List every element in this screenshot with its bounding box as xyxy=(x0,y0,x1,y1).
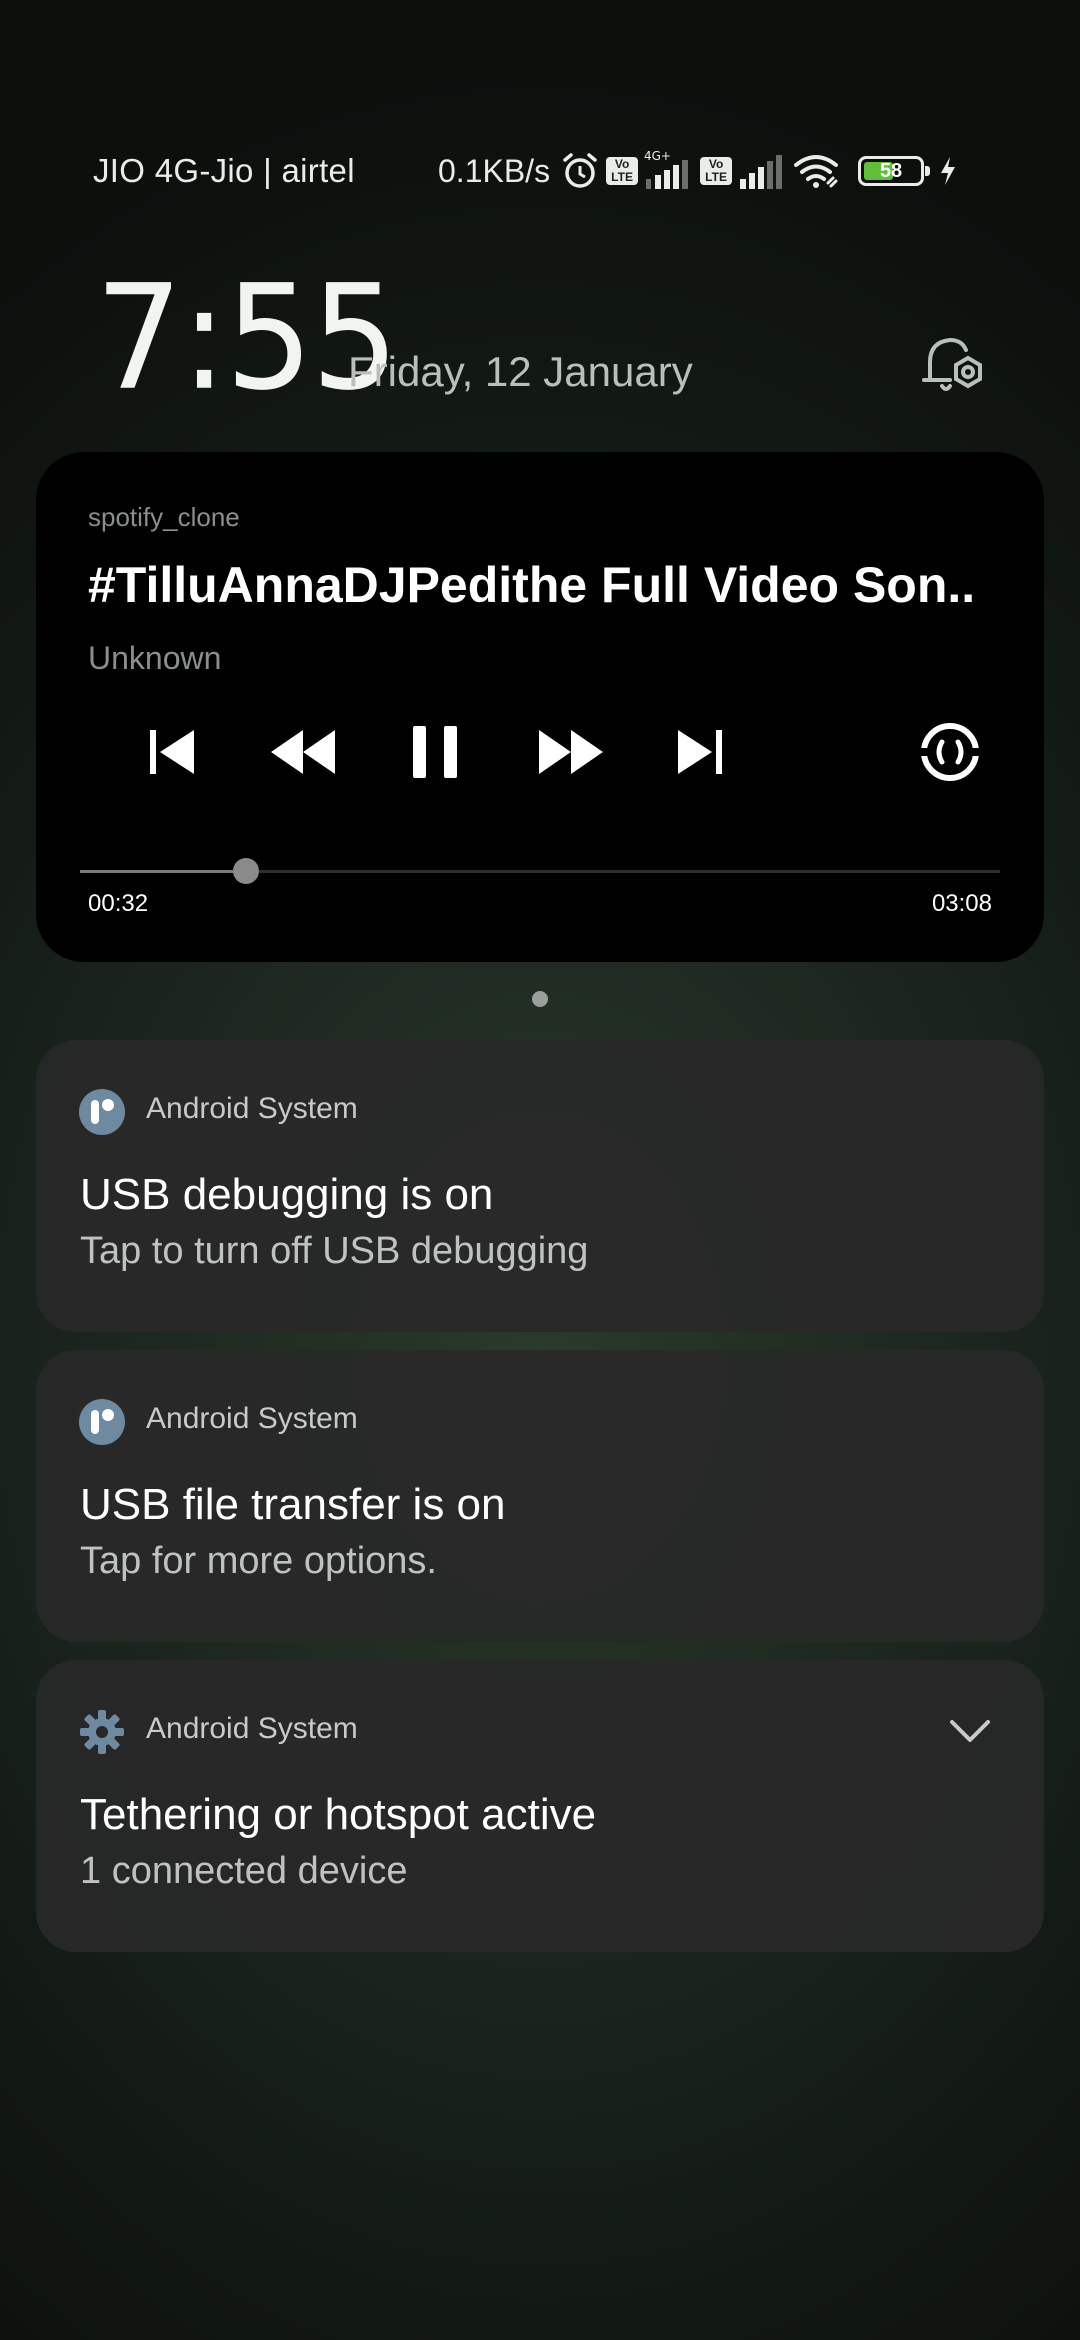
gear-icon xyxy=(78,1708,126,1756)
media-player-card[interactable]: spotify_clone #TilluAnnaDJPedithe Full V… xyxy=(36,452,1044,962)
media-progress-bar[interactable] xyxy=(80,858,1000,884)
notification-app-name: Android System xyxy=(146,1092,358,1125)
battery-percent: 58 xyxy=(879,160,903,182)
alarm-icon xyxy=(560,151,600,191)
media-total-time: 03:08 xyxy=(931,890,992,917)
pause-icon[interactable] xyxy=(395,712,475,792)
notification-text: Tap to turn off USB debugging xyxy=(80,1230,589,1272)
volte-icon: Vo LTE xyxy=(606,157,639,185)
notification-app-name: Android System xyxy=(146,1712,358,1745)
charging-icon xyxy=(938,155,958,187)
usb-debug-icon xyxy=(78,1398,126,1446)
notification-app-name: Android System xyxy=(146,1402,358,1435)
notification-title: USB file transfer is on xyxy=(80,1480,506,1529)
media-title: #TilluAnnaDJPedithe Full Video Son.. xyxy=(88,557,976,613)
notification-usb-file-transfer[interactable]: Android System USB file transfer is on T… xyxy=(36,1350,1044,1642)
volte-icon-2: Vo LTE xyxy=(700,157,733,185)
chevron-down-icon[interactable] xyxy=(948,1716,992,1746)
carrier-label: JIO 4G-Jio | airtel xyxy=(93,152,355,189)
rewind-icon[interactable] xyxy=(264,712,344,792)
notification-tethering[interactable]: Android System Tethering or hotspot acti… xyxy=(36,1660,1044,1952)
media-controls xyxy=(36,712,1044,792)
net-speed: 0.1KB/s xyxy=(438,152,551,189)
skip-previous-icon[interactable] xyxy=(132,712,212,792)
status-bar: JIO 4G-Jio | airtel 0.1KB/s Vo LTE 4G+ Vo… xyxy=(0,140,1080,204)
skip-next-icon[interactable] xyxy=(660,712,740,792)
notification-title: Tethering or hotspot active xyxy=(80,1790,597,1839)
signal-4g-plus-icon: 4G+ xyxy=(644,149,694,193)
wifi-hotspot-icon xyxy=(792,151,844,191)
media-progress-fill xyxy=(80,870,246,873)
lockscreen-date: Friday, 12 January xyxy=(348,348,693,395)
status-icons: 0.1KB/s Vo LTE 4G+ Vo LTE 58 xyxy=(438,146,958,196)
media-progress-thumb[interactable] xyxy=(232,858,259,884)
page-indicator-dot xyxy=(532,991,548,1007)
notification-title: USB debugging is on xyxy=(80,1170,494,1219)
notification-text: Tap for more options. xyxy=(80,1540,437,1582)
media-app-name: spotify_clone xyxy=(88,502,240,532)
cast-output-icon[interactable] xyxy=(910,712,990,792)
signal-icon xyxy=(738,151,786,191)
notification-text: 1 connected device xyxy=(80,1850,408,1892)
notification-usb-debugging[interactable]: Android System USB debugging is on Tap t… xyxy=(36,1040,1044,1332)
fast-forward-icon[interactable] xyxy=(530,712,610,792)
media-elapsed-time: 00:32 xyxy=(88,890,149,917)
notification-settings-icon[interactable] xyxy=(916,328,990,402)
network-type-label: 4G+ xyxy=(644,149,671,163)
usb-debug-icon xyxy=(78,1088,126,1136)
media-artist: Unknown xyxy=(88,640,222,676)
battery-icon: 58 xyxy=(858,156,931,186)
